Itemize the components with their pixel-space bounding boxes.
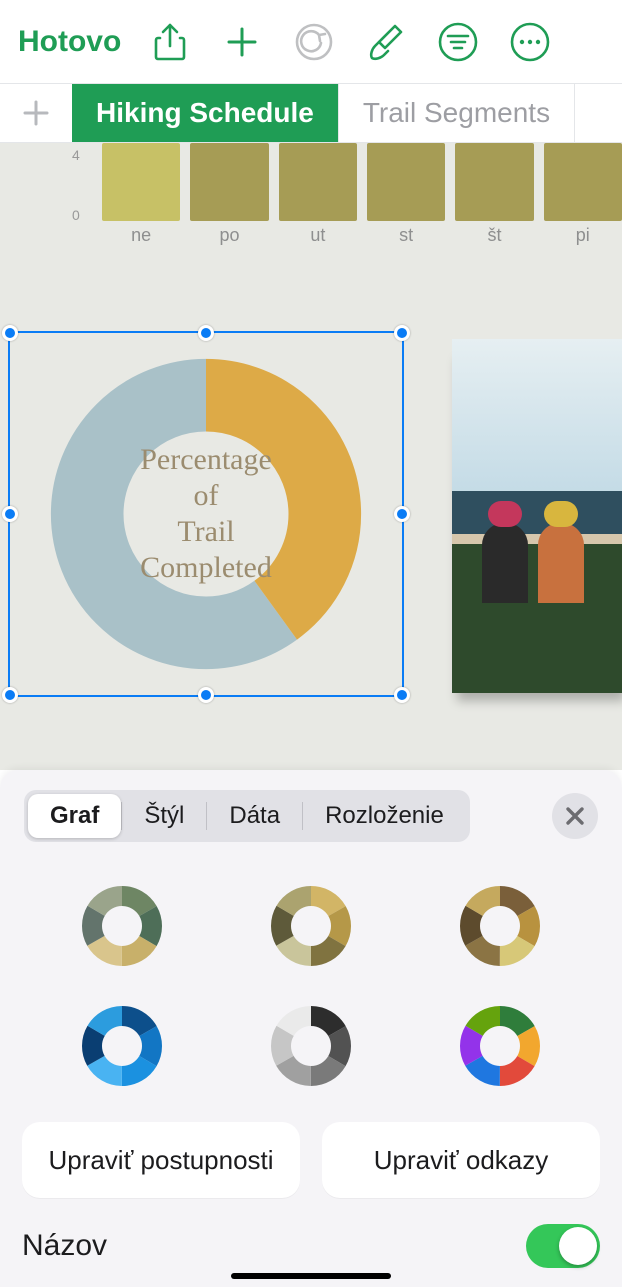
bar-label: po: [190, 225, 268, 246]
bar-segment: [455, 143, 533, 221]
spreadsheet-canvas[interactable]: 4 0 ne po ut st št pi PercentageofTrailC…: [0, 143, 622, 770]
share-button[interactable]: [137, 14, 203, 70]
undo-icon: [293, 21, 335, 63]
style-swatch-warm[interactable]: [458, 884, 542, 968]
paintbrush-icon: [367, 22, 405, 62]
segment-graf[interactable]: Graf: [28, 794, 121, 838]
format-panel: Graf Štýl Dáta Rozloženie Upraviť postup…: [0, 770, 622, 1287]
resize-handle[interactable]: [2, 687, 18, 703]
style-swatch-grid: [0, 854, 622, 1112]
tab-trail-segments[interactable]: Trail Segments: [339, 84, 575, 142]
bar-segment: [279, 143, 357, 221]
segment-rozlozenie[interactable]: Rozloženie: [303, 794, 466, 838]
resize-handle[interactable]: [198, 325, 214, 341]
bar-axis-tick: 0: [72, 207, 80, 223]
resize-handle[interactable]: [394, 506, 410, 522]
undo-button: [281, 14, 347, 70]
bar-chart-preview[interactable]: 4 0 ne po ut st št pi: [0, 143, 622, 263]
organize-button[interactable]: [425, 14, 491, 70]
bar-segment: [102, 143, 180, 221]
tab-hiking-schedule[interactable]: Hiking Schedule: [72, 84, 339, 142]
close-icon: [564, 805, 586, 827]
segment-data[interactable]: Dáta: [207, 794, 302, 838]
bar-label: st: [367, 225, 445, 246]
bar-category-labels: ne po ut st št pi: [102, 225, 622, 246]
title-toggle[interactable]: [526, 1224, 600, 1268]
resize-handle[interactable]: [198, 687, 214, 703]
bar-segment: [190, 143, 268, 221]
format-segmented-control: Graf Štýl Dáta Rozloženie: [24, 790, 470, 842]
more-button[interactable]: [497, 14, 563, 70]
style-swatch-bright[interactable]: [458, 1004, 542, 1088]
sheet-tabs-row: Hiking Schedule Trail Segments: [0, 83, 622, 143]
plus-icon: [21, 98, 51, 128]
style-swatch-blue[interactable]: [80, 1004, 164, 1088]
done-button[interactable]: Hotovo: [12, 14, 131, 70]
home-indicator: [231, 1273, 391, 1279]
title-toggle-label: Názov: [22, 1229, 107, 1263]
bar-segment: [367, 143, 445, 221]
bar-label: pi: [544, 225, 622, 246]
top-toolbar: Hotovo: [0, 0, 622, 83]
filter-icon: [437, 21, 479, 63]
bar-label: ut: [279, 225, 357, 246]
style-swatch-olive[interactable]: [269, 884, 353, 968]
bar-axis-tick: 4: [72, 147, 80, 163]
resize-handle[interactable]: [394, 687, 410, 703]
resize-handle[interactable]: [2, 325, 18, 341]
style-swatch-earth[interactable]: [80, 884, 164, 968]
plus-icon: [225, 25, 259, 59]
style-swatch-mono[interactable]: [269, 1004, 353, 1088]
selection-frame[interactable]: [8, 331, 404, 697]
bar-segment: [544, 143, 622, 221]
edit-references-button[interactable]: Upraviť odkazy: [322, 1122, 600, 1198]
bar-label: ne: [102, 225, 180, 246]
format-button[interactable]: [353, 14, 419, 70]
more-icon: [509, 21, 551, 63]
add-button[interactable]: [209, 14, 275, 70]
share-icon: [153, 22, 187, 62]
add-sheet-button[interactable]: [0, 84, 72, 142]
resize-handle[interactable]: [394, 325, 410, 341]
close-panel-button[interactable]: [552, 793, 598, 839]
edit-sequences-button[interactable]: Upraviť postupnosti: [22, 1122, 300, 1198]
bar-label: št: [455, 225, 533, 246]
photo-object[interactable]: [452, 339, 622, 693]
resize-handle[interactable]: [2, 506, 18, 522]
segment-styl[interactable]: Štýl: [122, 794, 206, 838]
